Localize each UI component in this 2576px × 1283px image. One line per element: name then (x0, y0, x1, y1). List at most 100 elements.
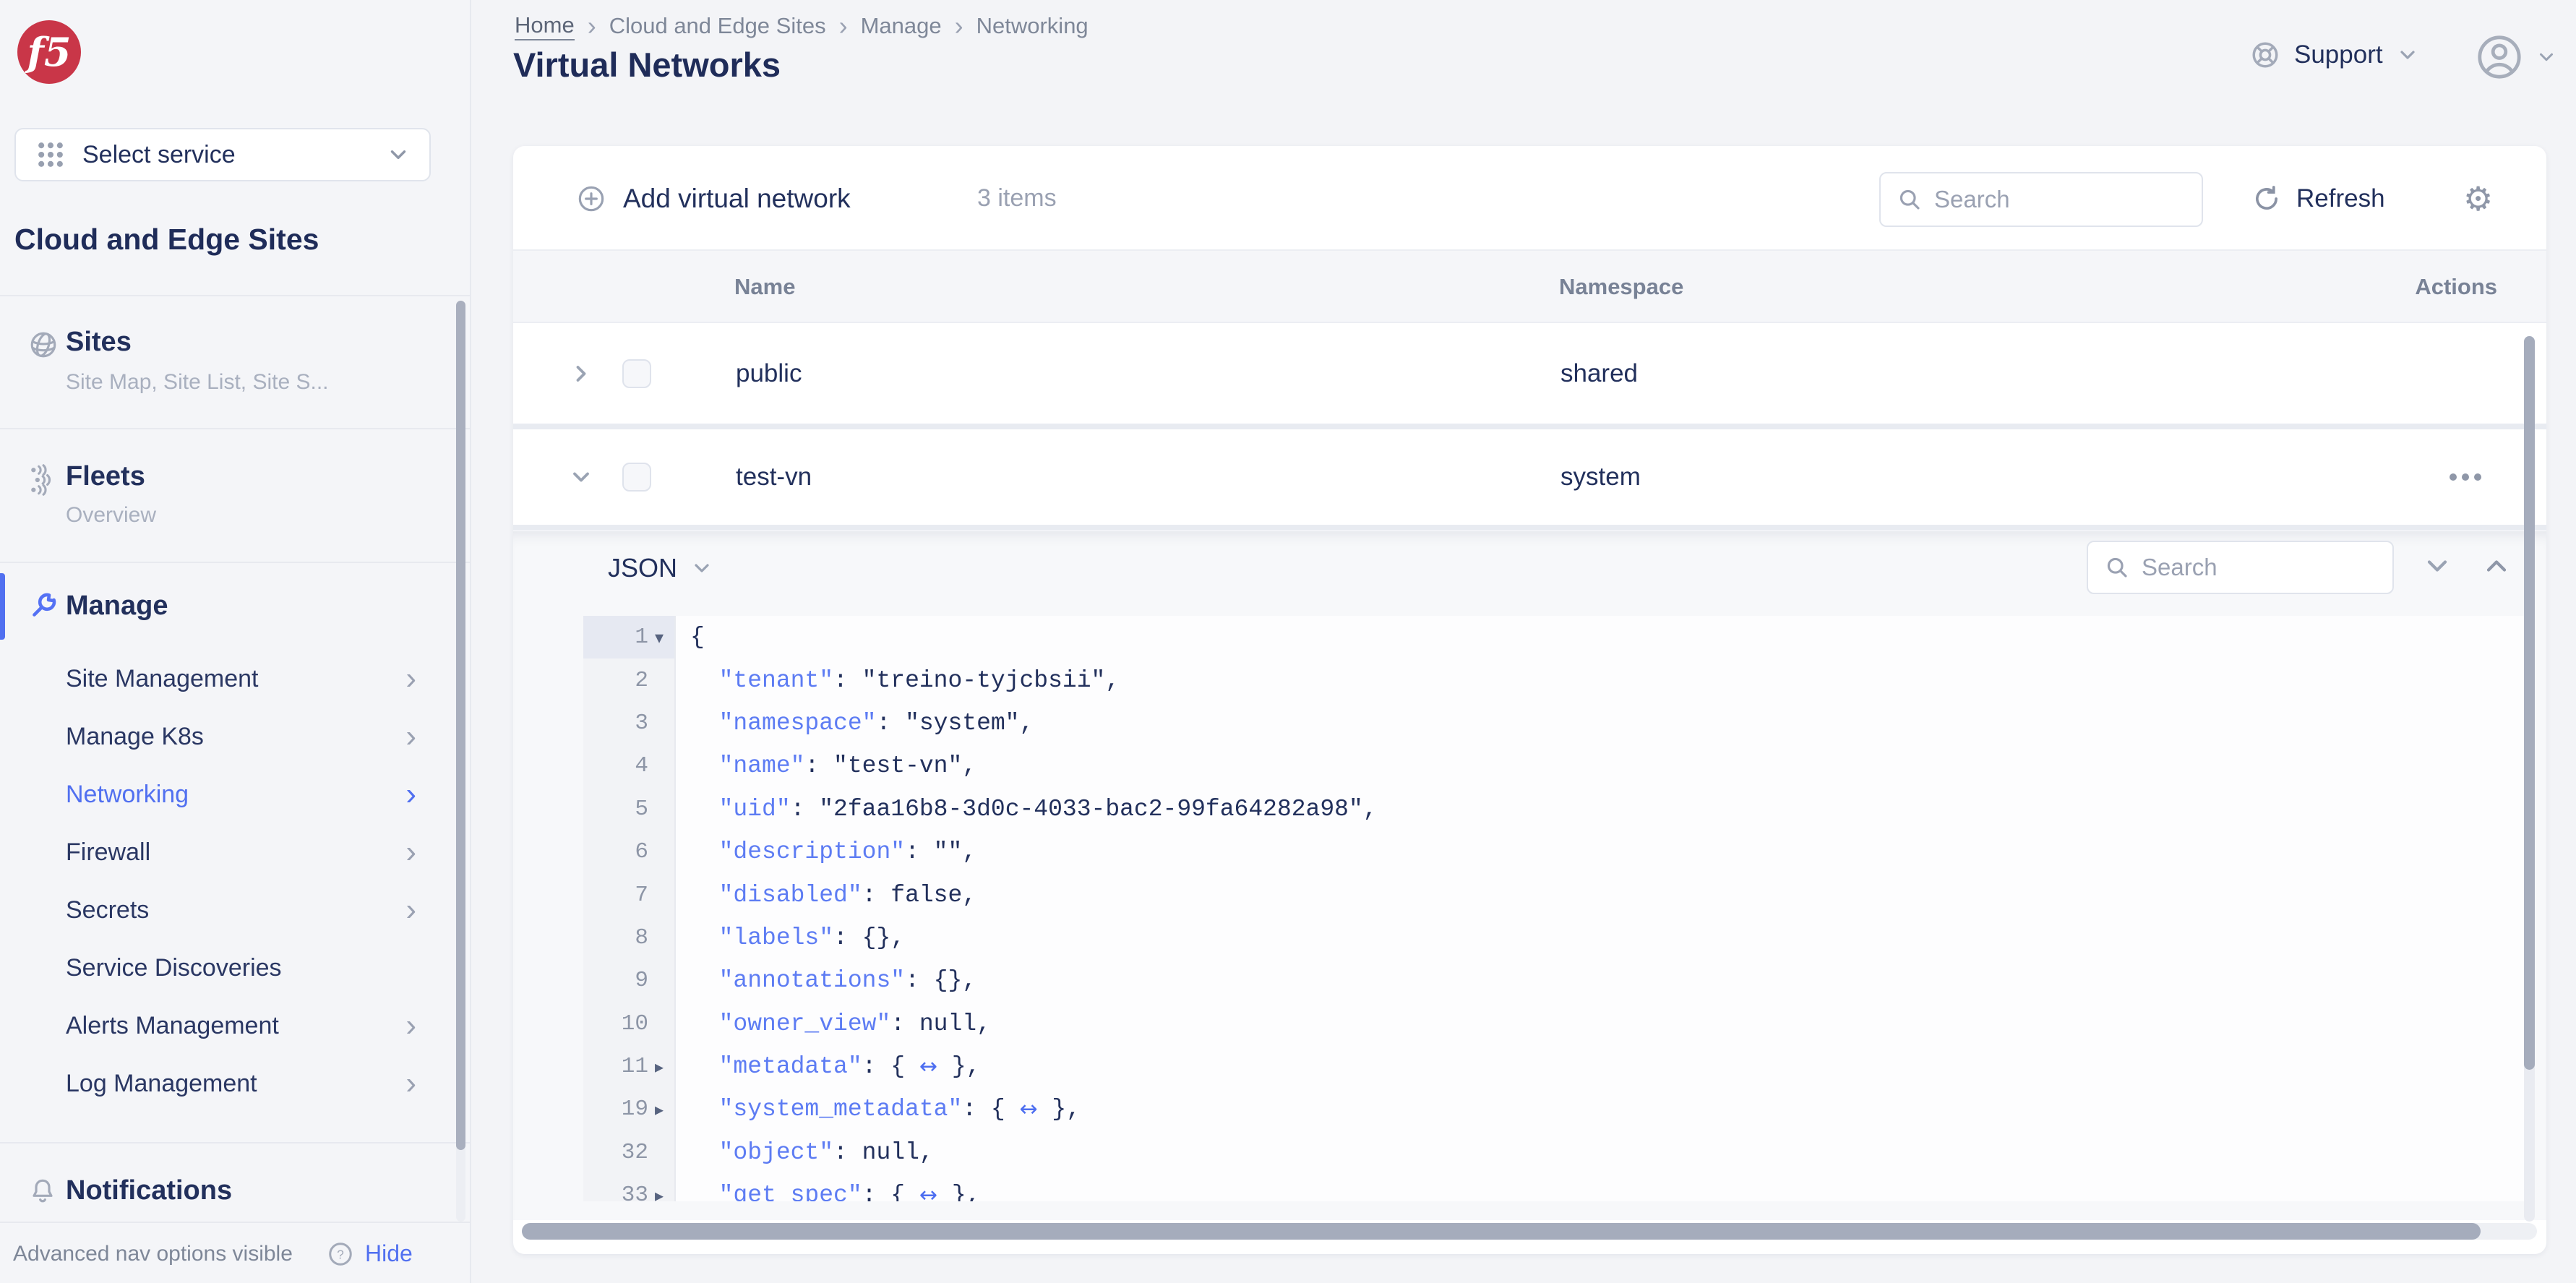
row-divider (513, 525, 2546, 531)
table-row-test-vn[interactable]: test-vn system (513, 429, 2546, 525)
line-gutter: 19 ▸ (583, 1088, 676, 1131)
expand-all-icon[interactable] (2481, 550, 2512, 582)
json-search-input[interactable] (2142, 554, 2377, 581)
column-header-name[interactable]: Name (734, 251, 795, 323)
row-checkbox[interactable] (622, 359, 651, 388)
code-line[interactable]: 6 "description": "", (583, 830, 2528, 874)
sidebar-item-site-management[interactable]: Site Management › (0, 650, 470, 708)
format-selector[interactable]: JSON (608, 553, 713, 583)
sidebar-item-label: Alerts Management (66, 1011, 279, 1039)
sidebar-item-service-discoveries[interactable]: Service Discoveries (0, 939, 470, 997)
manage-children: Site Management › Manage K8s › Networking › Fi… (0, 650, 470, 1112)
code-text: "owner_view": null, (718, 1010, 991, 1037)
add-virtual-network-button[interactable]: Add virtual network (577, 146, 851, 251)
chevron-down-icon (690, 557, 713, 580)
sidebar: f5 Select service Cloud and Edge Sites S… (0, 0, 471, 1283)
code-line[interactable]: 5 "uid": "2faa16b8-3d0c-4033-bac2-99fa64… (583, 787, 2528, 831)
sidebar-item-log-management[interactable]: Log Management › (0, 1055, 470, 1112)
sidebar-item-notifications[interactable]: Notifications (0, 1142, 470, 1222)
chevron-right-icon: › (405, 892, 416, 927)
breadcrumb-separator: › (587, 11, 596, 40)
line-number: 32 (621, 1139, 648, 1165)
breadcrumb-item-home[interactable]: Home (515, 12, 575, 40)
table-search[interactable] (1879, 172, 2203, 227)
code-text: "disabled": false, (718, 881, 977, 909)
table-search-input[interactable] (1934, 186, 2186, 213)
line-gutter: 8 (583, 916, 676, 960)
line-number: 33 (621, 1183, 648, 1201)
help-circle-icon[interactable]: ? (327, 1240, 354, 1268)
fold-caret-icon[interactable]: ▸ (648, 1099, 670, 1120)
sidebar-item-fleets[interactable]: Fleets Overview (0, 428, 470, 562)
json-code[interactable]: 1 ▾{2 "tenant": "treino-tyjcbsii", 3 "name… (583, 616, 2528, 1201)
sidebar-item-manage-k8s[interactable]: Manage K8s › (0, 708, 470, 765)
chevron-right-icon: › (405, 661, 416, 696)
breadcrumb-item-manage[interactable]: Manage (861, 13, 942, 39)
code-text: "namespace": "system", (718, 709, 1034, 737)
bell-icon (28, 1177, 57, 1206)
search-icon (1897, 186, 1923, 213)
fold-caret-icon[interactable]: ▾ (648, 627, 670, 648)
code-text: "system_metadata": { ↔ }, (718, 1096, 1081, 1123)
breadcrumb-item-networking[interactable]: Networking (976, 13, 1089, 39)
code-line[interactable]: 8 "labels": {}, (583, 916, 2528, 960)
sidebar-item-label: Site Management (66, 664, 259, 692)
support-label: Support (2294, 40, 2383, 69)
chevron-down-icon (2396, 43, 2419, 66)
code-line[interactable]: 4 "name": "test-vn", (583, 745, 2528, 788)
sidebar-item-manage[interactable]: Manage (0, 562, 470, 650)
vertical-scrollbar[interactable] (2524, 336, 2535, 1070)
code-line[interactable]: 7 "disabled": false, (583, 873, 2528, 917)
breadcrumb-item-cloud-and-edge-sites[interactable]: Cloud and Edge Sites (609, 13, 826, 39)
sidebar-item-sites[interactable]: Sites Site Map, Site List, Site S... (0, 295, 470, 428)
fold-caret-icon[interactable]: ▸ (648, 1185, 670, 1201)
refresh-button[interactable]: Refresh (2251, 146, 2385, 251)
collapse-all-icon[interactable] (2421, 550, 2453, 582)
code-line[interactable]: 19 ▸ "system_metadata": { ↔ }, (583, 1088, 2528, 1131)
row-checkbox[interactable] (622, 463, 651, 492)
code-text: "metadata": { ↔ }, (718, 1053, 981, 1081)
chevron-right-icon: › (405, 1065, 416, 1101)
chevron-down-icon[interactable] (567, 463, 596, 492)
f5-logo-text: f5 (27, 29, 72, 75)
code-line[interactable]: 9 "annotations": {}, (583, 959, 2528, 1003)
column-header-namespace[interactable]: Namespace (1559, 251, 1683, 323)
line-number: 7 (635, 882, 648, 908)
sidebar-item-alerts-management[interactable]: Alerts Management › (0, 997, 470, 1055)
code-text: "annotations": {}, (718, 967, 977, 995)
code-line[interactable]: 3 "namespace": "system", (583, 701, 2528, 745)
horizontal-scrollbar[interactable] (522, 1223, 2481, 1240)
sidebar-item-label: Fleets (66, 461, 145, 492)
row-actions-button[interactable] (2450, 473, 2481, 481)
sidebar-item-networking[interactable]: Networking › (0, 765, 470, 823)
settings-button[interactable]: ⚙ (2463, 146, 2493, 251)
sidebar-scrollbar[interactable] (456, 301, 465, 1150)
code-line[interactable]: 33 ▸ "get_spec": { ↔ }, (583, 1174, 2528, 1201)
code-line[interactable]: 1 ▾ { (583, 616, 2528, 659)
line-number: 8 (635, 924, 648, 951)
globe-icon (28, 330, 59, 360)
code-line[interactable]: 32 "object": null, (583, 1130, 2528, 1175)
table-row-public[interactable]: public shared (513, 323, 2546, 424)
support-menu[interactable]: Support (2249, 35, 2419, 75)
chevron-right-icon[interactable] (567, 359, 596, 388)
sidebar-item-firewall[interactable]: Firewall › (0, 823, 470, 881)
line-number: 10 (621, 1010, 648, 1037)
fold-caret-icon[interactable]: ▸ (648, 1057, 670, 1077)
sidebar-footer: Advanced nav options visible ? Hide (0, 1222, 470, 1283)
row-name: test-vn (736, 463, 812, 491)
code-text: "object": null, (718, 1138, 934, 1166)
code-line[interactable]: 10 "owner_view": null, (583, 1002, 2528, 1045)
chevron-right-icon: › (405, 1008, 416, 1043)
service-selector[interactable]: Select service (14, 128, 431, 181)
hide-link[interactable]: Hide (365, 1240, 413, 1267)
line-gutter: 3 (583, 701, 676, 745)
code-line[interactable]: 11 ▸ "metadata": { ↔ }, (583, 1044, 2528, 1089)
sidebar-item-subtitle: Overview (66, 503, 157, 527)
user-menu[interactable] (2475, 32, 2557, 82)
code-line[interactable]: 2 "tenant": "treino-tyjcbsii", (583, 658, 2528, 702)
json-search[interactable] (2087, 541, 2394, 594)
sidebar-item-secrets[interactable]: Secrets › (0, 881, 470, 939)
items-count: 3 items (977, 184, 1057, 212)
line-number: 19 (621, 1097, 648, 1123)
